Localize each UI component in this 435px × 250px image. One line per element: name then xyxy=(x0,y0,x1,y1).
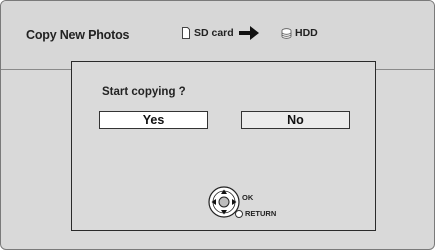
no-button[interactable]: No xyxy=(241,111,350,129)
arrow-right-icon xyxy=(239,26,259,40)
yes-button[interactable]: Yes xyxy=(99,111,208,129)
ok-label: OK xyxy=(242,193,254,202)
source-label: SD card xyxy=(194,27,234,39)
return-hint: RETURN xyxy=(235,209,276,218)
return-circle-icon xyxy=(235,209,243,218)
confirm-dialog: Start copying ? Yes No OK RETURN xyxy=(71,61,376,231)
hdd-icon xyxy=(281,27,292,39)
page-title: Copy New Photos xyxy=(26,28,130,42)
destination-indicator: HDD xyxy=(281,27,318,39)
copy-screen: Copy New Photos SD card HDD Start copyin… xyxy=(0,0,435,250)
sd-card-icon xyxy=(182,27,190,39)
destination-label: HDD xyxy=(295,27,318,39)
source-indicator: SD card xyxy=(181,27,234,39)
dialog-question: Start copying ? xyxy=(102,86,186,98)
return-label: RETURN xyxy=(245,209,277,218)
header-bar: Copy New Photos SD card HDD xyxy=(1,1,434,70)
